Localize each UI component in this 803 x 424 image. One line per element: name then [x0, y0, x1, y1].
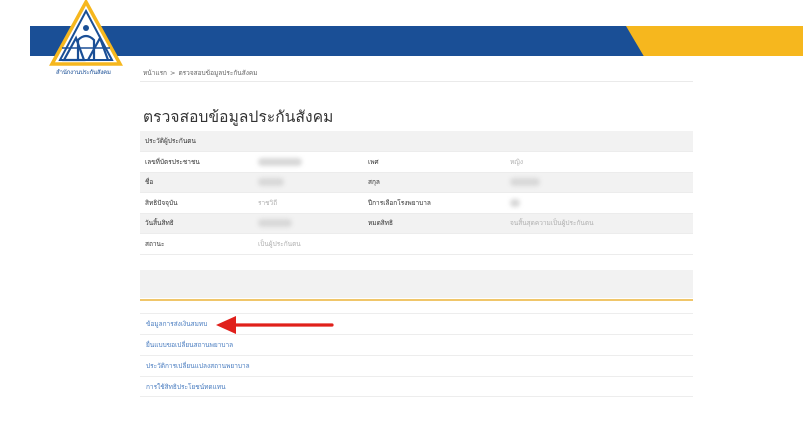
redacted-value: [258, 219, 292, 228]
section-divider: [140, 299, 693, 301]
sso-logo-icon: [49, 0, 123, 66]
label-id-card: เลขที่บัตรประชาชน: [140, 151, 253, 173]
link-hospital-change-history[interactable]: ประวัติการเปลี่ยนแปลงสถานพยาบาล: [140, 355, 693, 376]
redacted-value: [258, 157, 302, 166]
redacted-value: [510, 198, 520, 207]
table-row: ชื่อ สกุล: [140, 172, 693, 193]
table-section-header: ประวัติผู้ประกันตน: [140, 131, 693, 152]
breadcrumb-separator: >: [170, 69, 176, 77]
sso-logo[interactable]: สำนักงานประกันสังคม: [48, 0, 124, 76]
value-right-expiry: จนสิ้นสุดความเป็นผู้ประกันตน: [505, 213, 693, 234]
table-section-header-row: ประวัติผู้ประกันตน: [140, 131, 693, 152]
label-right-expiry: หมดสิทธิ: [363, 213, 505, 234]
value-gender: หญิง: [505, 151, 693, 173]
label-last-name: สกุล: [363, 172, 505, 193]
label-right-end-date: วันสิ้นสิทธิ: [140, 213, 253, 234]
value-first-name: [253, 172, 363, 193]
label-current-right: สิทธิปัจจุบัน: [140, 192, 253, 214]
breadcrumb-current: ตรวจสอบข้อมูลประกันสังคม: [178, 69, 258, 77]
breadcrumb-divider: [140, 81, 693, 82]
page-title: ตรวจสอบข้อมูลประกันสังคม: [143, 108, 334, 126]
red-arrow-annotation-icon: [216, 316, 334, 334]
logo-caption: สำนักงานประกันสังคม: [56, 69, 111, 76]
value-last-name: [505, 172, 693, 193]
value-id-card: [253, 151, 363, 173]
insured-info-table: ประวัติผู้ประกันตน เลขที่บัตรประชาชน เพศ…: [140, 131, 693, 255]
label-gender: เพศ: [363, 151, 505, 173]
table-row: วันสิ้นสิทธิ หมดสิทธิ จนสิ้นสุดความเป็นผ…: [140, 213, 693, 234]
table-row: สถานะ เป็นผู้ประกันตน: [140, 233, 693, 255]
value-status: เป็นผู้ประกันตน: [253, 233, 363, 255]
value-empty: [505, 233, 693, 255]
value-current-right: ราชวิถี: [253, 192, 363, 214]
redacted-value: [258, 178, 284, 187]
breadcrumb: หน้าแรก > ตรวจสอบข้อมูลประกันสังคม: [143, 68, 258, 78]
header-yellow-accent: [626, 26, 803, 56]
label-empty: [363, 233, 505, 255]
table-row: สิทธิปัจจุบัน ราชวิถี ปีการเลือกโรงพยาบา…: [140, 192, 693, 214]
link-benefit-usage[interactable]: การใช้สิทธิประโยชน์ทดแทน: [140, 376, 693, 397]
label-hospital-year: ปีการเลือกโรงพยาบาล: [363, 192, 505, 214]
label-status: สถานะ: [140, 233, 253, 255]
value-hospital-year: [505, 192, 693, 214]
table-row: เลขที่บัตรประชาชน เพศ หญิง: [140, 151, 693, 173]
value-right-end-date: [253, 213, 363, 234]
link-change-hospital-form[interactable]: ยื่นแบบขอเปลี่ยนสถานพยาบาล: [140, 334, 693, 355]
table-footer-row: [140, 270, 693, 298]
redacted-value: [510, 178, 540, 187]
label-first-name: ชื่อ: [140, 172, 253, 193]
breadcrumb-home-link[interactable]: หน้าแรก: [143, 69, 167, 77]
